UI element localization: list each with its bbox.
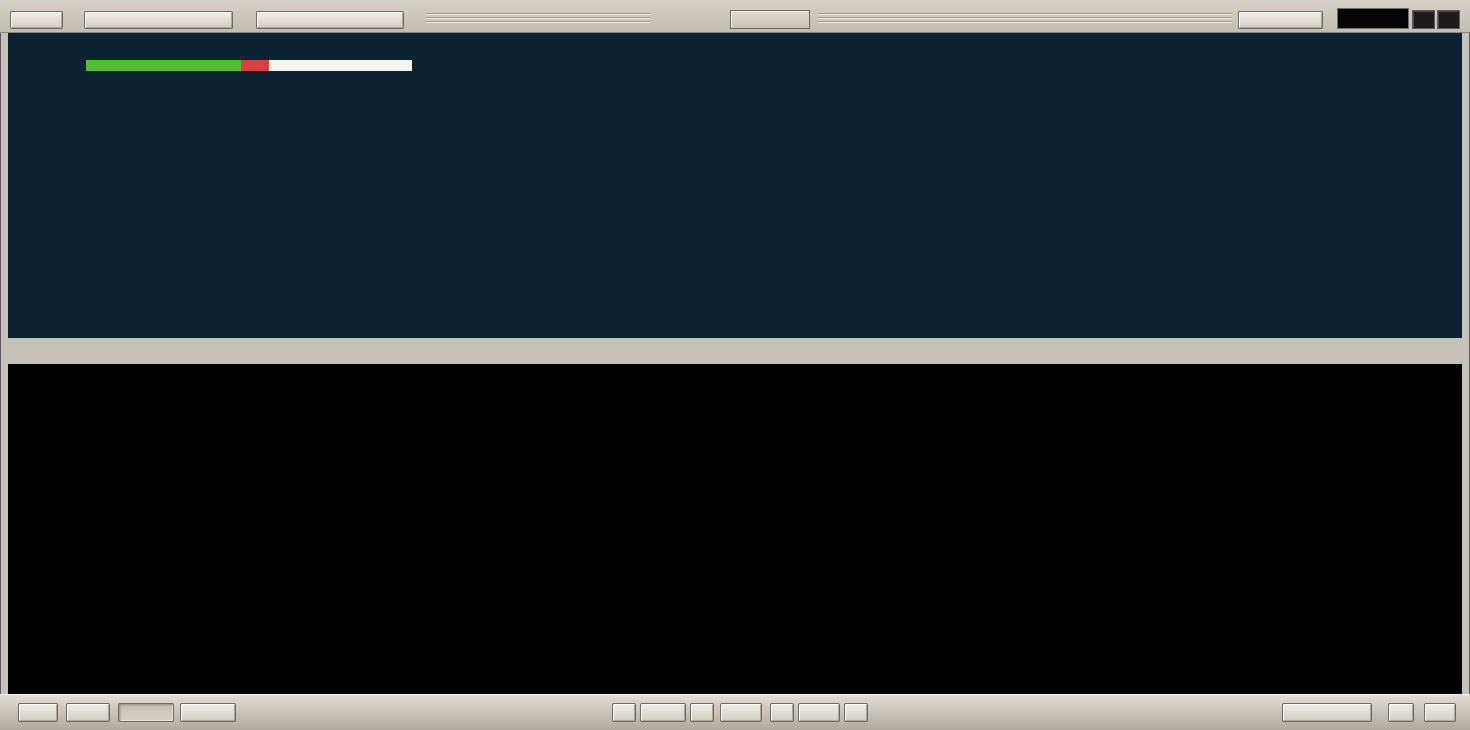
info-button[interactable] — [1388, 703, 1414, 722]
titlebar-grip — [426, 13, 650, 24]
screenshot-button[interactable] — [256, 11, 404, 29]
waterfall-display[interactable] — [8, 364, 1462, 668]
s-meter-green-fill — [86, 60, 241, 71]
titlebar-grip — [818, 13, 1232, 24]
minimize-button[interactable] — [1412, 10, 1435, 29]
sp-wf-view-button[interactable] — [118, 703, 174, 722]
s-meter-red-fill — [241, 60, 269, 71]
pwr-snr-csv-button[interactable] — [84, 11, 233, 29]
rbw-button[interactable] — [798, 703, 840, 722]
zoom-out-button[interactable] — [612, 703, 636, 722]
combo-view-button[interactable] — [180, 703, 236, 722]
s-meter-bar — [85, 59, 413, 72]
zoom-button[interactable] — [640, 703, 686, 722]
rbw-decrease-button[interactable] — [770, 703, 794, 722]
s-meter-scale — [85, 74, 419, 85]
rbw-increase-button[interactable] — [844, 703, 868, 722]
sp-view-button[interactable] — [18, 703, 58, 722]
corner-resize-button[interactable] — [1424, 703, 1456, 722]
bottom-toolbar — [0, 694, 1470, 730]
status-bar — [8, 668, 1462, 694]
settings-button[interactable] — [10, 11, 63, 29]
s-meter — [85, 59, 419, 85]
frequency-scale[interactable] — [8, 338, 1462, 364]
zoom-in-button[interactable] — [690, 703, 714, 722]
vfo-button[interactable] — [720, 703, 762, 722]
step-lock-button[interactable] — [1238, 11, 1323, 29]
close-button[interactable] — [1437, 10, 1460, 29]
spectrum-display[interactable] — [8, 33, 1462, 338]
wf-view-button[interactable] — [66, 703, 110, 722]
step-size-display — [1337, 8, 1409, 29]
titlebar — [0, 0, 1470, 33]
squelch-threshold-button[interactable] — [1282, 703, 1372, 722]
main-sp-label — [730, 10, 810, 29]
sdruno-main-sp-window — [0, 0, 1470, 730]
